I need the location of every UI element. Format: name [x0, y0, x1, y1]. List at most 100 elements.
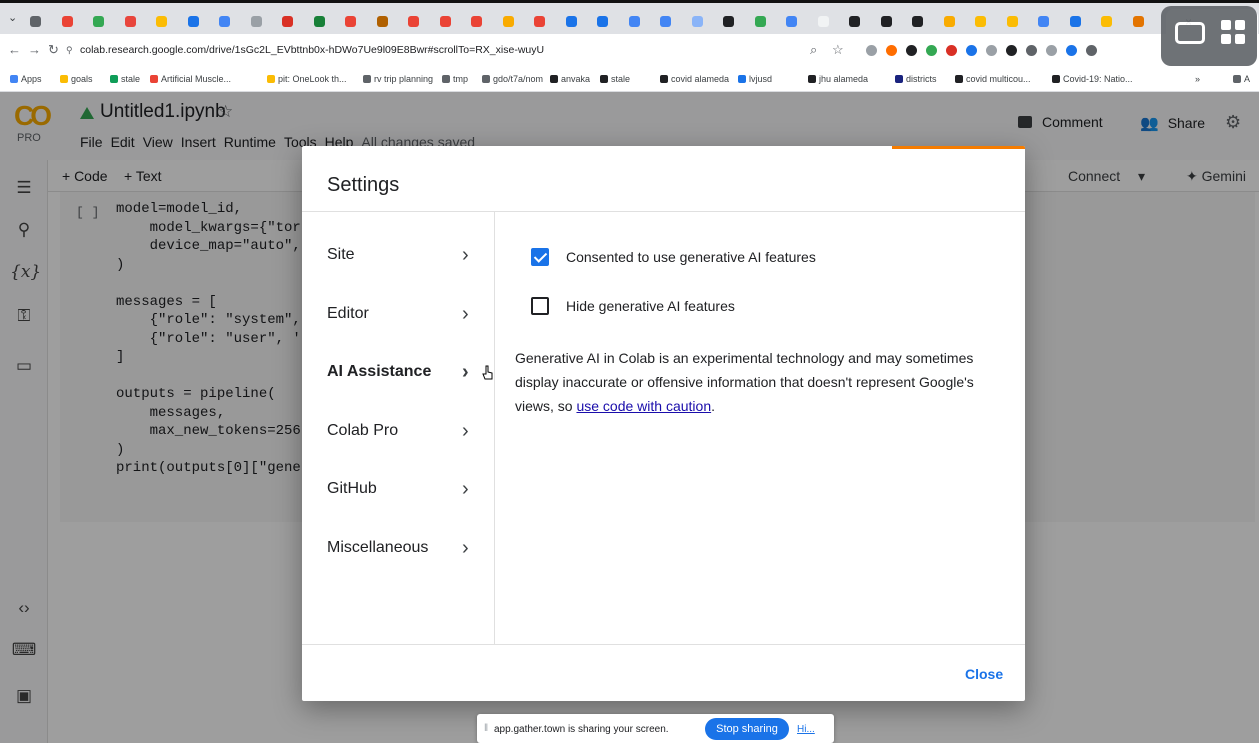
tab-favicon-icon[interactable] [250, 16, 262, 27]
zoom-icon[interactable]: ⌕ [810, 42, 817, 58]
tab-favicon-icon[interactable] [439, 16, 451, 27]
tab-favicon-icon[interactable] [502, 16, 514, 27]
tab-favicon-icon[interactable] [219, 16, 230, 27]
extension-icon[interactable] [1026, 45, 1037, 56]
settings-nav-label: Editor [327, 304, 369, 322]
chevron-right-icon: › [462, 244, 469, 266]
tab-favicon-icon[interactable] [187, 16, 199, 27]
tab-favicon-icon[interactable] [565, 16, 577, 27]
hide-banner-link[interactable]: Hi... [797, 724, 815, 735]
tab-favicon-icon[interactable] [880, 16, 892, 27]
bookmark-item[interactable]: Artificial Muscle... [150, 74, 231, 84]
forward-icon[interactable]: → [28, 42, 41, 57]
tab-favicon-icon[interactable] [313, 16, 325, 27]
bookmark-item[interactable]: districts [895, 74, 937, 84]
tab-favicon-icon[interactable] [124, 16, 136, 27]
bookmark-label: Artificial Muscle... [161, 74, 232, 84]
bookmark-item[interactable]: lvjusd [738, 74, 772, 84]
drag-handle-icon[interactable]: ‖ [484, 723, 488, 734]
site-info-icon[interactable]: ⚲ [66, 45, 73, 56]
tab-favicon-icon[interactable] [1006, 16, 1018, 27]
extension-icon[interactable] [1066, 45, 1077, 56]
sharing-status-text: app.gather.town is sharing your screen. [494, 724, 669, 735]
settings-nav-colab-pro[interactable]: Colab Pro › [327, 416, 482, 446]
bookmark-label: covid multicou... [966, 74, 1031, 84]
close-button[interactable]: Close [965, 666, 1003, 682]
back-icon[interactable]: ← [8, 42, 21, 57]
bookmark-item[interactable]: anvaka [550, 74, 590, 84]
tab-favicon-icon[interactable] [754, 16, 766, 27]
tab-favicon-icon[interactable] [93, 16, 104, 27]
bookmark-favicon-icon [363, 75, 371, 83]
chat-icon[interactable] [1175, 22, 1205, 44]
tab-favicon-icon[interactable] [471, 16, 482, 27]
tab-favicon-icon[interactable] [723, 16, 734, 27]
tab-favicon-icon[interactable] [345, 16, 356, 27]
extension-icon[interactable] [926, 45, 937, 56]
bookmark-item[interactable]: jhu alameda [808, 74, 868, 84]
bookmark-favicon-icon [895, 75, 903, 83]
bookmark-item[interactable]: rv trip planning [363, 74, 433, 84]
extension-icon[interactable] [966, 45, 977, 56]
tab-favicon-icon[interactable] [628, 16, 640, 27]
screen-share-overlay[interactable] [1161, 6, 1257, 66]
bookmark-item[interactable]: stale [110, 74, 140, 84]
tab-favicon-icon[interactable] [849, 16, 860, 27]
tab-favicon-icon[interactable] [660, 16, 671, 27]
extension-icon[interactable] [946, 45, 957, 56]
bookmark-item[interactable]: Covid-19: Natio... [1052, 74, 1133, 84]
use-code-with-caution-link[interactable]: use code with caution [576, 398, 711, 414]
tab-favicon-icon[interactable] [61, 16, 73, 27]
progress-accent [892, 146, 1025, 149]
bookmark-item[interactable]: goals [60, 74, 93, 84]
stop-sharing-button[interactable]: Stop sharing [705, 718, 789, 740]
tab-favicon-icon[interactable] [408, 16, 419, 27]
settings-nav-site[interactable]: Site › [327, 240, 482, 270]
tab-favicon-icon[interactable] [534, 16, 545, 27]
settings-nav-github[interactable]: GitHub › [327, 474, 482, 504]
grid-icon[interactable] [1221, 20, 1247, 46]
extension-icon[interactable] [1086, 45, 1097, 56]
address-bar[interactable]: colab.research.google.com/drive/1sGc2L_E… [80, 39, 810, 61]
bookmarks-overflow-icon[interactable]: » [1195, 74, 1200, 84]
extension-icon[interactable] [886, 45, 897, 56]
tab-favicon-icon[interactable] [597, 16, 608, 27]
tab-favicon-icon[interactable] [817, 16, 829, 27]
tab-favicon-icon[interactable] [1101, 16, 1112, 27]
all-bookmarks[interactable]: A [1233, 74, 1250, 84]
tab-favicon-icon[interactable] [691, 16, 703, 27]
tab-favicon-icon[interactable] [376, 16, 388, 27]
tab-favicon-icon[interactable] [975, 16, 986, 27]
extension-icon[interactable] [1006, 45, 1017, 56]
tab-favicon-icon[interactable] [1069, 16, 1081, 27]
tab-favicon-icon[interactable] [282, 16, 293, 27]
consent-ai-checkbox[interactable] [531, 248, 549, 266]
omnibox-row: ← → ↻ ⚲ colab.research.google.com/drive/… [0, 34, 1259, 66]
tab-search-icon[interactable]: ⌄ [8, 11, 17, 24]
bookmark-item[interactable]: pit: OneLook th... [267, 74, 347, 84]
settings-nav-ai-assistance[interactable]: AI Assistance › [327, 357, 482, 387]
extension-icon[interactable] [906, 45, 917, 56]
bookmark-item[interactable]: stale [600, 74, 630, 84]
tab-favicon-icon[interactable] [943, 16, 955, 27]
extension-icon[interactable] [866, 45, 877, 56]
extension-icon[interactable] [1046, 45, 1057, 56]
settings-nav-editor[interactable]: Editor › [327, 299, 482, 329]
tab-favicon-icon[interactable] [1132, 16, 1144, 27]
bookmark-label: rv trip planning [374, 74, 434, 84]
tab-favicon-icon[interactable] [1038, 16, 1049, 27]
bookmark-item[interactable]: gdo/t7a/nom [482, 74, 543, 84]
hide-ai-checkbox[interactable] [531, 297, 549, 315]
bookmark-item[interactable]: covid alameda [660, 74, 729, 84]
extension-icon[interactable] [986, 45, 997, 56]
bookmark-item[interactable]: Apps [10, 74, 42, 84]
tab-favicon-icon[interactable] [786, 16, 797, 27]
tab-favicon-icon[interactable] [30, 16, 41, 27]
bookmark-star-icon[interactable]: ☆ [832, 42, 844, 58]
bookmark-item[interactable]: covid multicou... [955, 74, 1031, 84]
settings-nav-miscellaneous[interactable]: Miscellaneous › [327, 533, 482, 563]
bookmark-item[interactable]: tmp [442, 74, 468, 84]
tab-favicon-icon[interactable] [156, 16, 167, 27]
tab-favicon-icon[interactable] [912, 16, 923, 27]
reload-icon[interactable]: ↻ [48, 42, 59, 58]
